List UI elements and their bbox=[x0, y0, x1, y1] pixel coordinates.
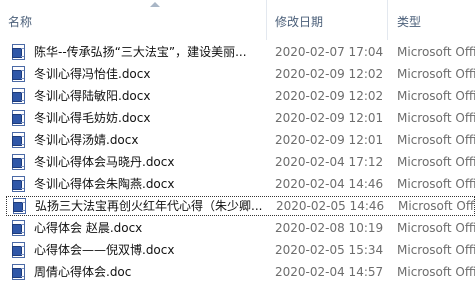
file-date: 2020-02-04 17:12 bbox=[275, 155, 384, 169]
file-type: Microsoft Office bbox=[397, 111, 475, 125]
file-date: 2020-02-04 14:46 bbox=[275, 177, 384, 191]
file-row[interactable]: 陈华--传承弘扬“三大法宝”，建设美丽... 2020-02-07 17:04 Mi… bbox=[0, 42, 475, 62]
file-date: 2020-02-04 14:57 bbox=[275, 265, 384, 279]
word-document-icon bbox=[12, 88, 25, 104]
column-header-date[interactable]: 修改日期 bbox=[275, 0, 385, 40]
file-date: 2020-02-07 17:04 bbox=[275, 45, 384, 59]
column-divider[interactable] bbox=[266, 0, 267, 40]
file-type: Microsoft Office bbox=[397, 221, 475, 235]
file-row[interactable]: 冬训心得陆敏阳.docx 2020-02-09 12:02 Microsoft Of… bbox=[0, 86, 475, 106]
file-date: 2020-02-09 12:02 bbox=[275, 67, 384, 81]
word-document-icon bbox=[12, 154, 25, 170]
word-document-icon bbox=[12, 132, 25, 148]
file-date: 2020-02-05 15:34 bbox=[275, 243, 384, 257]
file-row[interactable]: 周倩心得体会.doc 2020-02-04 14:57 Microsoft Offi… bbox=[0, 262, 475, 282]
file-name[interactable]: 冬训心得体会朱陶燕.docx bbox=[34, 174, 266, 194]
file-date: 2020-02-09 12:02 bbox=[275, 89, 384, 103]
file-type: Microsoft Office bbox=[397, 243, 475, 257]
file-name[interactable]: 冬训心得冯怡佳.docx bbox=[34, 64, 266, 84]
file-name[interactable]: 周倩心得体会.doc bbox=[34, 262, 266, 282]
file-date: 2020-02-09 12:01 bbox=[275, 111, 384, 125]
word-document-icon bbox=[12, 44, 25, 60]
file-name[interactable]: 冬训心得毛妨妨.docx bbox=[34, 108, 266, 128]
word-document-icon bbox=[12, 110, 25, 126]
word-document-icon bbox=[12, 66, 25, 82]
file-row[interactable]: 冬训心得体会马晓丹.docx 2020-02-04 17:12 Microsoft … bbox=[0, 152, 475, 172]
file-date: 2020-02-08 10:19 bbox=[275, 221, 384, 235]
file-type: Microsoft Office bbox=[397, 177, 475, 191]
file-name[interactable]: 心得体会 赵晨.docx bbox=[34, 218, 266, 238]
file-row[interactable]: 冬训心得冯怡佳.docx 2020-02-09 12:02 Microsoft Of… bbox=[0, 64, 475, 84]
file-type: Microsoft Office bbox=[397, 133, 475, 147]
file-name[interactable]: 心得体会——倪双博.docx bbox=[34, 240, 266, 260]
file-row[interactable]: 冬训心得体会朱陶燕.docx 2020-02-04 14:46 Microsoft … bbox=[0, 174, 475, 194]
word-document-icon bbox=[12, 264, 25, 280]
word-document-icon bbox=[13, 198, 26, 214]
file-name[interactable]: 弘扬三大法宝再创火红年代心得（朱少卿... bbox=[35, 196, 267, 216]
file-date: 2020-02-09 12:01 bbox=[275, 133, 384, 147]
file-type: Microsoft Office bbox=[397, 265, 475, 279]
column-header-bar: 名称 修改日期 类型 bbox=[0, 0, 475, 40]
file-type: Microsoft Office bbox=[397, 89, 475, 103]
file-row[interactable]: 心得体会——倪双博.docx 2020-02-05 15:34 Microsoft … bbox=[0, 240, 475, 260]
column-header-name[interactable]: 名称 bbox=[8, 0, 263, 40]
file-name[interactable]: 冬训心得陆敏阳.docx bbox=[34, 86, 266, 106]
word-document-icon bbox=[12, 220, 25, 236]
file-row[interactable]: 心得体会 赵晨.docx 2020-02-08 10:19 Microsoft Of… bbox=[0, 218, 475, 238]
file-row[interactable]: 冬训心得汤婧.docx 2020-02-09 12:01 Microsoft Off… bbox=[0, 130, 475, 150]
file-date: 2020-02-05 14:46 bbox=[276, 199, 385, 213]
file-row[interactable]: 弘扬三大法宝再创火红年代心得（朱少卿... 2020-02-05 14:46 Mic… bbox=[6, 196, 475, 216]
file-name[interactable]: 冬训心得汤婧.docx bbox=[34, 130, 266, 150]
file-type: Microsoft Office bbox=[398, 199, 475, 213]
file-name[interactable]: 冬训心得体会马晓丹.docx bbox=[34, 152, 266, 172]
file-row[interactable]: 冬训心得毛妨妨.docx 2020-02-09 12:01 Microsoft Of… bbox=[0, 108, 475, 128]
file-type: Microsoft Office bbox=[397, 45, 475, 59]
column-header-type[interactable]: 类型 bbox=[397, 0, 475, 40]
file-name[interactable]: 陈华--传承弘扬“三大法宝”，建设美丽... bbox=[34, 42, 266, 62]
column-divider[interactable] bbox=[387, 0, 388, 40]
file-type: Microsoft Office bbox=[397, 155, 475, 169]
file-type: Microsoft Office bbox=[397, 67, 475, 81]
word-document-icon bbox=[12, 242, 25, 258]
word-document-icon bbox=[12, 176, 25, 192]
